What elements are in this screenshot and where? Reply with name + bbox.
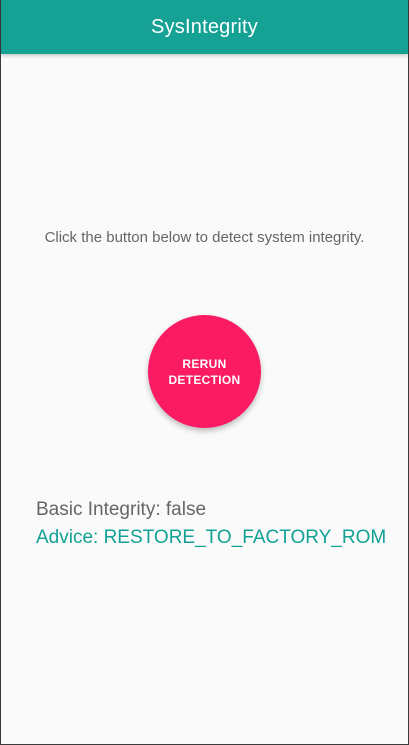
rerun-detection-button[interactable]: RERUN DETECTION	[148, 315, 261, 428]
app-bar: SysIntegrity	[1, 0, 408, 54]
rerun-detection-label: RERUN DETECTION	[168, 356, 241, 387]
app-title: SysIntegrity	[151, 15, 258, 38]
basic-integrity-result: Basic Integrity: false	[36, 499, 207, 520]
app-screen: SysIntegrity Click the button below to d…	[0, 0, 409, 745]
instruction-text: Click the button below to detect system …	[44, 229, 365, 246]
advice-result: Advice: RESTORE_TO_FACTORY_ROM	[36, 527, 387, 548]
